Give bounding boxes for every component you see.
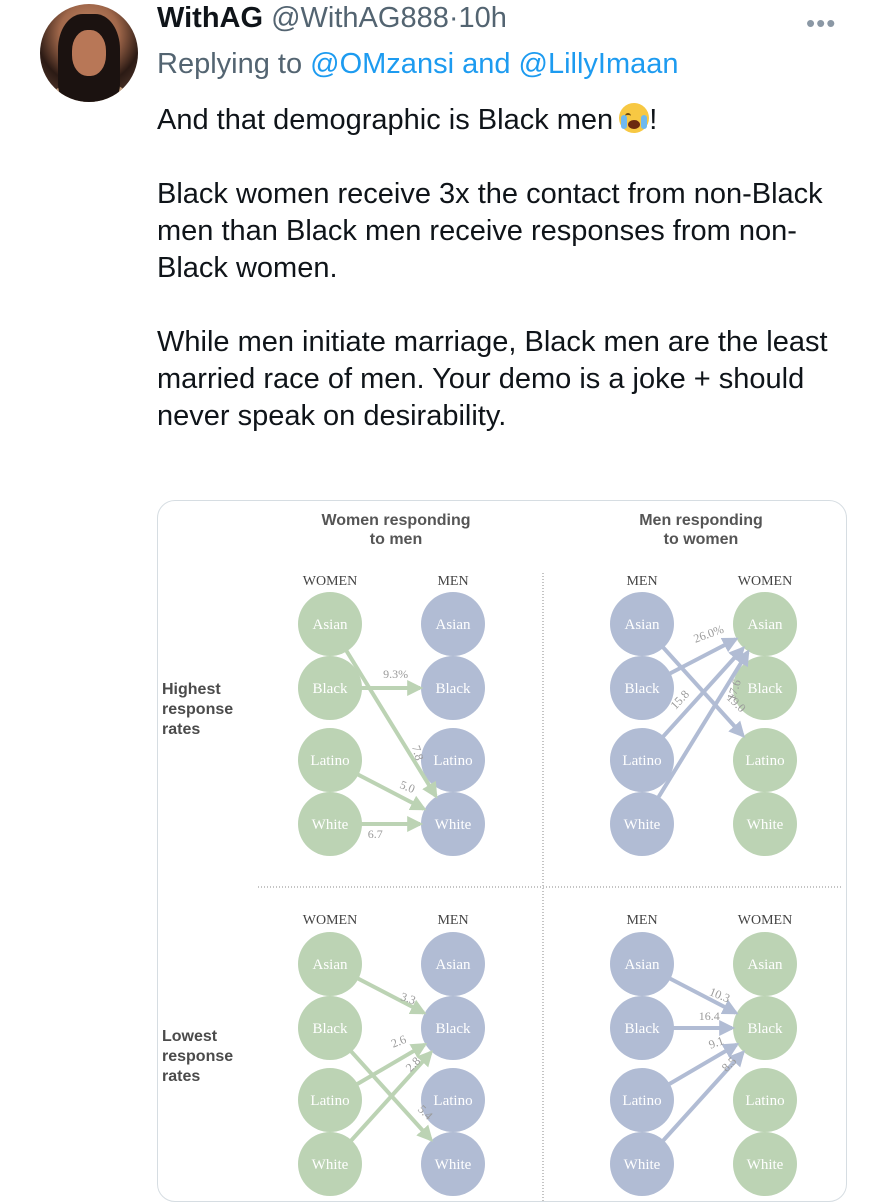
panel-2-left-node-label-latino: Latino [622, 753, 661, 769]
panel-2-value-label-black-to-asian: 26.0% [692, 622, 726, 646]
panel-1-left-node-label-black: Black [313, 681, 348, 697]
panel-1-right-node-label-white: White [435, 817, 472, 833]
tweet-line-1-text: And that demographic is Black men [157, 104, 614, 136]
panel-4-left-node-label-latino: Latino [622, 1093, 661, 1109]
panel-1-right-node-label-latino: Latino [433, 753, 472, 769]
separator: · [448, 2, 459, 34]
panel-3-left-node-label-black: Black [313, 1021, 348, 1037]
tweet-text: And that demographic is Black men! Black… [157, 102, 857, 435]
panel-1-left-node-label-latino: Latino [310, 753, 349, 769]
column-title-2-line-2: to women [664, 531, 739, 548]
panel-4-right-node-label-latino: Latino [745, 1093, 784, 1109]
loudly-crying-face-emoji-icon [619, 103, 650, 133]
row-label-1-line-3: rates [162, 721, 200, 738]
panel-1-left-header: WOMEN [303, 574, 357, 589]
panel-3-right-node-label-black: Black [436, 1021, 471, 1037]
panel-1-value-label-black-to-black: 9.3% [383, 667, 408, 681]
panel-4-left-header: MEN [626, 913, 657, 928]
avatar[interactable] [40, 4, 138, 102]
panel-4-value-label-latino-to-black: 9.1 [707, 1033, 726, 1051]
panel-3-left-node-label-white: White [312, 1157, 349, 1173]
tweet-paragraph-3: While men initiate marriage, Black men a… [157, 326, 828, 432]
panel-4-right-node-label-asian: Asian [748, 957, 783, 973]
panel-4-value-label-black-to-black: 16.4 [699, 1009, 720, 1023]
tweet-line-1: And that demographic is Black men! [157, 102, 857, 139]
panel-4-right-header: WOMEN [738, 913, 792, 928]
panel-3-right-header: MEN [437, 913, 468, 928]
panel-4-left-node-label-white: White [624, 1157, 661, 1173]
panel-1-right-header: MEN [437, 574, 468, 589]
tweet-paragraph-2: Black women receive 3x the contact from … [157, 178, 823, 284]
panel-1-right-node-label-asian: Asian [436, 617, 471, 633]
panel-1-right-node-label-black: Black [436, 681, 471, 697]
panel-2-left-node-label-black: Black [625, 681, 660, 697]
row-label-2-line-2: response [162, 1048, 233, 1065]
panel-3-left-node-label-asian: Asian [313, 957, 348, 973]
panel-3-value-label-asian-to-black: 3.3 [399, 989, 418, 1007]
more-horizontal-icon[interactable]: ••• [806, 8, 836, 39]
panel-4-right-node-label-white: White [747, 1157, 784, 1173]
column-title-2-line-1: Men responding [639, 512, 763, 529]
panel-2-right-node-label-asian: Asian [748, 617, 783, 633]
row-label-2-line-3: rates [162, 1068, 200, 1085]
row-label-1-line-2: response [162, 701, 233, 718]
column-title-1-line-1: Women responding [321, 512, 470, 529]
panel-3-value-label-latino-to-black: 2.6 [389, 1032, 408, 1051]
panel-1-value-label-latino-to-white: 5.0 [398, 777, 417, 796]
avatar-face [72, 30, 106, 76]
tweet-header: WithAG @WithAG888·10h [157, 2, 507, 35]
panel-2-left-header: MEN [626, 574, 657, 589]
timestamp[interactable]: 10h [459, 2, 507, 34]
row-label-2-line-1: Lowest [162, 1028, 218, 1045]
panel-3-right-node-label-latino: Latino [433, 1093, 472, 1109]
panel-4-left-node-label-asian: Asian [625, 957, 660, 973]
panel-2-right-node-label-latino: Latino [745, 753, 784, 769]
panel-2-left-node-label-asian: Asian [625, 617, 660, 633]
panel-2-left-node-label-white: White [624, 817, 661, 833]
panel-1-left-node-label-asian: Asian [313, 617, 348, 633]
reply-context: Replying to @OMzansi and @LillyImaan [157, 48, 679, 81]
panel-4-left-node-label-black: Black [625, 1021, 660, 1037]
reply-prefix: Replying to [157, 48, 303, 80]
attached-image-card[interactable]: Women responding to men Men responding to w… [157, 500, 847, 1202]
panel-4-value-label-asian-to-black: 10.3 [707, 985, 732, 1006]
panel-2-right-node-label-white: White [747, 817, 784, 833]
panel-2-right-node-label-black: Black [748, 681, 783, 697]
panel-3-right-node-label-asian: Asian [436, 957, 471, 973]
panel-3-right-node-label-white: White [435, 1157, 472, 1173]
display-name[interactable]: WithAG [157, 2, 263, 34]
panel-1-value-label-white-to-white: 6.7 [368, 827, 383, 841]
column-title-1-line-2: to men [370, 531, 422, 548]
panel-4-right-node-label-black: Black [748, 1021, 783, 1037]
tweet-line-1-end: ! [649, 104, 658, 136]
panel-3-left-node-label-latino: Latino [310, 1093, 349, 1109]
user-handle[interactable]: @WithAG888 [271, 2, 449, 34]
row-label-1-line-1: Highest [162, 681, 221, 698]
panel-3-left-header: WOMEN [303, 913, 357, 928]
panel-2-right-header: WOMEN [738, 574, 792, 589]
panel-1-left-node-label-white: White [312, 817, 349, 833]
reply-mentions-link[interactable]: @OMzansi and @LillyImaan [310, 48, 678, 80]
response-rate-diagram: Women responding to men Men responding to w… [162, 512, 843, 1201]
